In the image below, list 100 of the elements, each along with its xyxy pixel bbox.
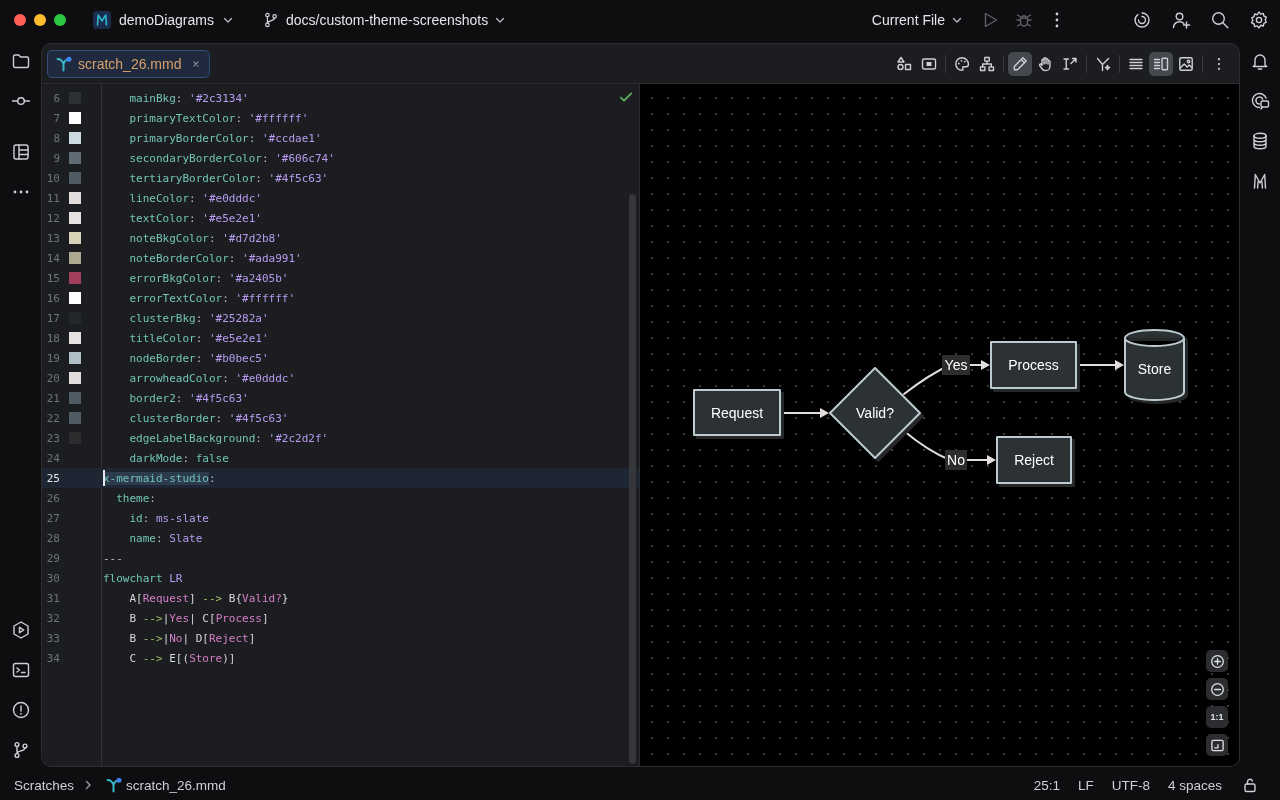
line-number: 20 <box>45 371 60 385</box>
code-line: flowchart LR <box>102 570 183 586</box>
window-zoom-button[interactable] <box>54 14 66 26</box>
connector-arrow <box>780 408 829 418</box>
line-number: 11 <box>45 191 60 205</box>
code-line: A[Request] --> B{Valid?} <box>128 590 289 606</box>
line-number: 16 <box>45 291 60 305</box>
code-line: border2: '#4f5c63' <box>128 390 249 406</box>
flowchart-box: Process <box>990 341 1077 389</box>
code-line: darkMode: false <box>128 450 229 466</box>
actual-size-button[interactable]: 1:1 <box>1206 706 1228 728</box>
code-line: B -->|No| D[Reject] <box>128 630 256 646</box>
line-number: 21 <box>45 391 60 405</box>
fork-sparkle-icon[interactable] <box>1095 55 1111 72</box>
fit-to-screen-button[interactable] <box>1206 734 1228 756</box>
decision-diamond: Valid? <box>829 367 921 459</box>
line-number: 32 <box>45 611 60 625</box>
add-user-icon[interactable] <box>1171 10 1191 30</box>
edge-label: Yes <box>942 355 970 375</box>
shapes-icon[interactable] <box>896 55 912 72</box>
code-line: x-mermaid-studio: <box>102 470 216 486</box>
flowchart-box: Request <box>693 389 781 436</box>
line-number: 13 <box>45 231 60 245</box>
close-icon[interactable] <box>191 58 202 69</box>
code-line: mainBkg: '#2c3134' <box>128 90 249 106</box>
file-icon <box>56 55 72 72</box>
line-number: 22 <box>45 411 60 425</box>
line-number: 29 <box>45 551 60 565</box>
code-line: primaryBorderColor: '#ccdae1' <box>128 130 322 146</box>
run-config-selector[interactable]: Current File <box>867 6 967 34</box>
structure-icon[interactable] <box>10 142 31 162</box>
line-number: 27 <box>45 511 60 525</box>
file-encoding[interactable]: UTF-8 <box>1111 777 1150 793</box>
code-line: name: Slate <box>128 530 203 546</box>
breadcrumb-item[interactable]: Scratches <box>14 777 75 793</box>
folder-icon[interactable] <box>10 51 31 71</box>
pencil-icon <box>1012 55 1028 72</box>
text-cursor <box>103 470 105 486</box>
window-minimize-button[interactable] <box>34 14 46 26</box>
code-line: C --> E[(Store)] <box>128 650 236 666</box>
code-line: errorBkgColor: '#a2405b' <box>128 270 289 286</box>
breadcrumb-item[interactable]: scratch_26.mmd <box>126 777 226 793</box>
code-line: textColor: '#e5e2e1' <box>128 210 262 226</box>
code-line: B -->|Yes| C[Process] <box>128 610 269 626</box>
project-selector[interactable]: demoDiagrams <box>89 6 238 34</box>
line-number: 28 <box>45 531 60 545</box>
code-line: --- <box>102 550 123 566</box>
zoom-in-icon <box>1209 653 1225 669</box>
code-line: arrowheadColor: '#e0dddc' <box>128 370 296 386</box>
code-line: theme: <box>115 490 156 506</box>
window-close-button[interactable] <box>14 14 26 26</box>
code-line: lineColor: '#e0dddc' <box>128 190 262 206</box>
frame-icon[interactable] <box>921 55 937 72</box>
hierarchy-icon[interactable] <box>979 55 995 72</box>
hand-icon <box>1037 55 1053 72</box>
run-services-icon[interactable] <box>10 620 31 640</box>
line-number: 34 <box>45 651 60 665</box>
palette-icon[interactable] <box>954 55 970 72</box>
split-view-button[interactable] <box>1149 51 1173 76</box>
code-line: id: ms-slate <box>128 510 209 526</box>
indent-setting[interactable]: 4 spaces <box>1167 777 1222 793</box>
fit-frame-icon <box>1209 737 1225 753</box>
database-cylinder: Store <box>1124 329 1185 401</box>
line-separator[interactable]: LF <box>1077 777 1094 793</box>
line-number: 12 <box>45 211 60 225</box>
line-number: 17 <box>45 311 60 325</box>
bell-icon[interactable] <box>1250 51 1270 71</box>
database-icon[interactable] <box>1250 131 1270 151</box>
connector-arrow <box>1076 360 1124 370</box>
pencil-tool-button[interactable] <box>1008 51 1032 76</box>
code-line: noteBkgColor: '#d7d2b8' <box>128 230 282 246</box>
code-line: secondaryBorderColor: '#606c74' <box>128 150 335 166</box>
branch-selector[interactable]: docs/custom-theme-screenshots <box>257 6 511 34</box>
code-line: primaryTextColor: '#ffffff' <box>128 110 309 126</box>
cursor-position[interactable]: 25:1 <box>1033 777 1060 793</box>
editor-tab[interactable]: scratch_26.mmd <box>47 49 211 78</box>
lock-icon[interactable] <box>1242 777 1258 793</box>
line-number: 26 <box>45 491 60 505</box>
zoom-out-icon <box>1209 681 1225 697</box>
settings-icon[interactable] <box>1249 10 1269 30</box>
terminal-icon[interactable] <box>10 660 31 680</box>
search-icon[interactable] <box>1210 10 1230 30</box>
zoom-out-button[interactable] <box>1206 678 1228 700</box>
ai-chat-icon[interactable] <box>1250 91 1270 111</box>
line-number: 31 <box>45 591 60 605</box>
line-number: 23 <box>45 431 60 445</box>
text-cursor-icon <box>1062 55 1078 72</box>
line-number: 24 <box>45 451 60 465</box>
line-number: 10 <box>45 171 60 185</box>
line-number: 18 <box>45 331 60 345</box>
spiral-icon[interactable] <box>1132 10 1152 30</box>
code-line: clusterBkg: '#25282a' <box>128 310 269 326</box>
problems-icon[interactable] <box>10 700 31 720</box>
line-number: 30 <box>45 571 60 585</box>
scrollbar-thumb[interactable] <box>629 194 636 764</box>
zoom-in-button[interactable] <box>1206 650 1228 672</box>
file-icon <box>106 777 123 793</box>
code-line: errorTextColor: '#ffffff' <box>128 290 296 306</box>
code-line: titleColor: '#e5e2e1' <box>128 330 269 346</box>
code-line: noteBorderColor: '#ada991' <box>128 250 302 266</box>
